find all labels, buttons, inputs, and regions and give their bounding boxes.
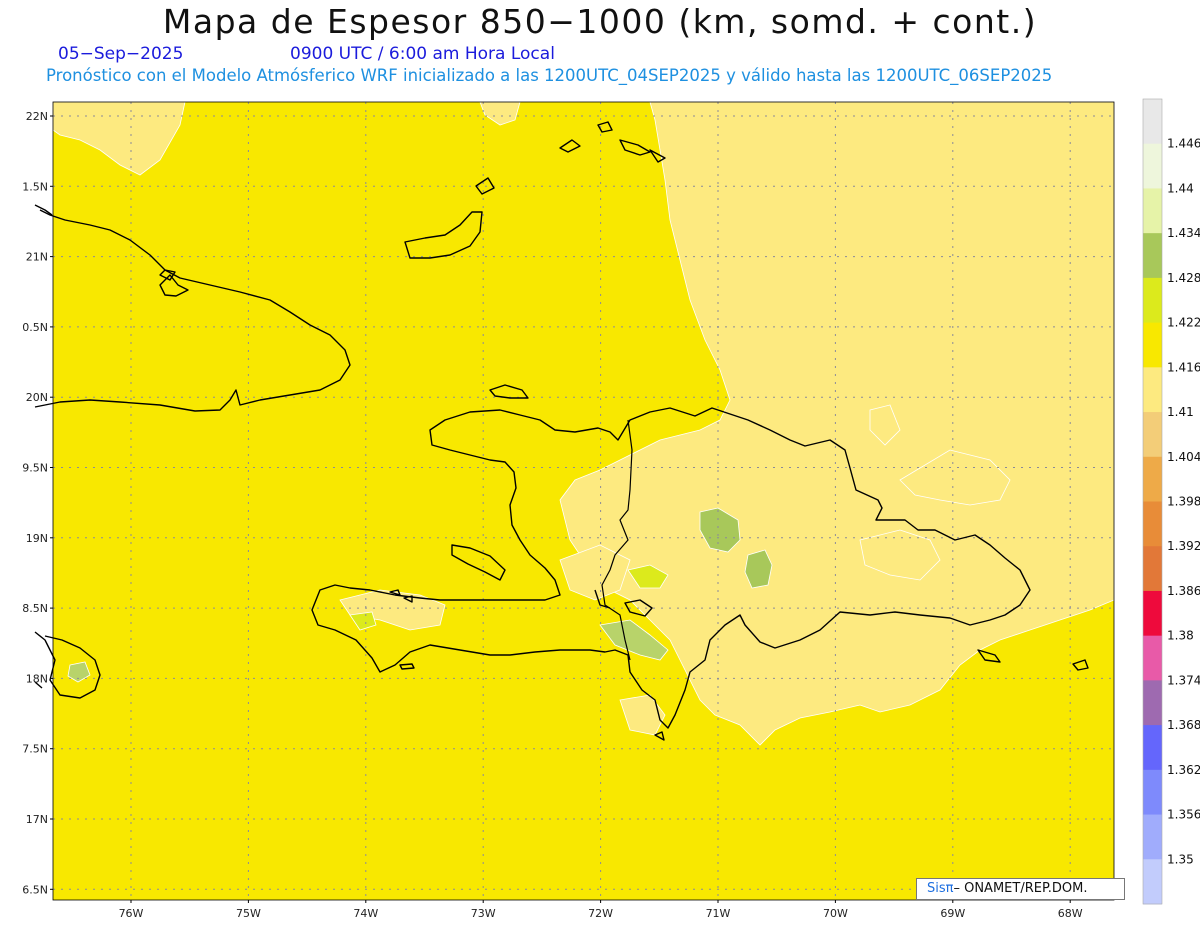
lon-tick-label: 73W bbox=[471, 907, 496, 920]
colorbar-swatch bbox=[1143, 725, 1162, 771]
colorbar-swatch bbox=[1143, 456, 1162, 502]
latitude-labels: 22N 1.5N 21N 0.5N 20N 9.5N 19N 8.5N 18N 7.5N 17N 6.… bbox=[22, 110, 53, 896]
lat-tick-label: 22N bbox=[26, 110, 48, 123]
colorbar-swatch bbox=[1143, 814, 1162, 860]
lon-tick-label: 76W bbox=[119, 907, 144, 920]
colorbar-level-label: 1.386 bbox=[1167, 584, 1200, 598]
lon-tick-label: 75W bbox=[236, 907, 261, 920]
colorbar-swatch bbox=[1143, 188, 1162, 234]
lon-tick-label: 74W bbox=[353, 907, 378, 920]
colorbar-swatch bbox=[1143, 99, 1162, 145]
lon-tick-label: 72W bbox=[588, 907, 613, 920]
colorbar-swatch bbox=[1143, 322, 1162, 368]
lat-tick-label: 6.5N bbox=[22, 883, 48, 896]
colorbar-swatch bbox=[1143, 769, 1162, 816]
colorbar-swatch bbox=[1143, 143, 1162, 189]
colorbar-level-label: 1.392 bbox=[1167, 539, 1200, 553]
colorbar-swatch bbox=[1143, 277, 1162, 324]
lat-tick-label: 21N bbox=[26, 251, 48, 264]
lat-tick-label: 1.5N bbox=[22, 180, 48, 193]
colorbar: 1.446 1.44 1.434 1.428 1.422 1.416 1.41 1.404 1.… bbox=[1142, 98, 1200, 905]
colorbar-level-label: 1.38 bbox=[1167, 629, 1194, 643]
lat-tick-label: 20N bbox=[26, 391, 48, 404]
lat-tick-label: 0.5N bbox=[22, 321, 48, 334]
lat-tick-label: 18N bbox=[26, 672, 48, 685]
colorbar-level-label: 1.446 bbox=[1167, 137, 1200, 151]
lon-tick-label: 68W bbox=[1058, 907, 1083, 920]
lon-tick-label: 69W bbox=[940, 907, 965, 920]
colorbar-swatch bbox=[1143, 590, 1162, 637]
colorbar-level-label: 1.356 bbox=[1167, 808, 1200, 822]
colorbar-swatch bbox=[1143, 635, 1162, 681]
colorbar-level-label: 1.434 bbox=[1167, 226, 1200, 240]
colorbar-swatch bbox=[1143, 501, 1162, 547]
lat-tick-label: 17N bbox=[26, 813, 48, 826]
credit-org: – ONAMET/REP.DOM. bbox=[953, 881, 1088, 896]
colorbar-level-label: 1.41 bbox=[1167, 405, 1194, 419]
colorbar-level-label: 1.416 bbox=[1167, 360, 1200, 374]
lon-tick-label: 70W bbox=[823, 907, 848, 920]
colorbar-level-label: 1.362 bbox=[1167, 763, 1200, 777]
lat-tick-label: 9.5N bbox=[22, 462, 48, 475]
lat-tick-label: 19N bbox=[26, 532, 48, 545]
colorbar-level-label: 1.374 bbox=[1167, 673, 1200, 687]
colorbar-level-label: 1.35 bbox=[1167, 852, 1194, 866]
colorbar-level-label: 1.44 bbox=[1167, 181, 1194, 195]
colorbar-level-label: 1.404 bbox=[1167, 450, 1200, 464]
colorbar-level-label: 1.368 bbox=[1167, 718, 1200, 732]
lon-tick-label: 71W bbox=[706, 907, 731, 920]
lat-tick-label: 8.5N bbox=[22, 602, 48, 615]
colorbar-swatch bbox=[1143, 680, 1162, 726]
lat-tick-label: 7.5N bbox=[22, 743, 48, 756]
colorbar-level-label: 1.398 bbox=[1167, 495, 1200, 509]
colorbar-swatch bbox=[1143, 546, 1162, 592]
colorbar-swatch bbox=[1143, 367, 1162, 413]
sis-logo-text: Sisπ bbox=[927, 881, 954, 896]
colorbar-level-label: 1.422 bbox=[1167, 316, 1200, 330]
colorbar-swatch bbox=[1143, 233, 1162, 279]
longitude-labels: 76W 75W 74W 73W 72W 71W 70W 69W 68W bbox=[119, 900, 1083, 920]
colorbar-swatch bbox=[1143, 412, 1162, 458]
colorbar-level-label: 1.428 bbox=[1167, 271, 1200, 285]
map-figure: 22N 1.5N 21N 0.5N 20N 9.5N 19N 8.5N 18N 7.5N 17N 6.… bbox=[22, 98, 1200, 920]
colorbar-swatch bbox=[1143, 859, 1162, 905]
credit-box: Sisπ– ONAMET/REP.DOM. bbox=[916, 878, 1125, 900]
